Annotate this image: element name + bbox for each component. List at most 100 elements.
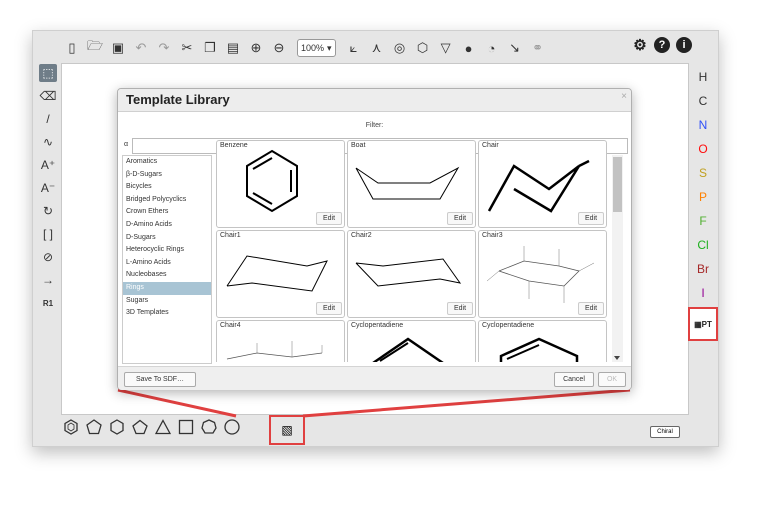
category-aromatics[interactable]: Aromatics bbox=[123, 156, 211, 169]
chevron-down-icon: ▾ bbox=[327, 42, 332, 53]
miew-icon[interactable]: ⚭ bbox=[529, 39, 547, 57]
edit-button[interactable]: Edit bbox=[447, 302, 473, 315]
edit-button[interactable]: Edit bbox=[316, 302, 342, 315]
triangle-icon[interactable] bbox=[155, 419, 171, 435]
cycloheptane-icon[interactable] bbox=[201, 419, 217, 435]
template-tile-benzene[interactable]: Benzene Edit bbox=[216, 140, 345, 228]
rgroup-icon[interactable]: R1 bbox=[39, 294, 57, 312]
benzene-ring-icon[interactable] bbox=[109, 419, 125, 435]
zoom-select[interactable]: 100% ▾ bbox=[297, 39, 336, 57]
redo-icon[interactable]: ↷ bbox=[155, 39, 173, 57]
calculate-icon[interactable]: ▽ bbox=[437, 39, 455, 57]
edit-button[interactable]: Edit bbox=[447, 212, 473, 225]
category-bridged-polycyclics[interactable]: Bridged Polycyclics bbox=[123, 194, 211, 207]
layout-icon[interactable]: ⟀ bbox=[345, 39, 363, 57]
zoom-in-icon[interactable]: ⊕ bbox=[247, 39, 265, 57]
info-icon[interactable]: i bbox=[676, 37, 692, 53]
edit-button[interactable]: Edit bbox=[578, 302, 604, 315]
template-tile-chair2[interactable]: Chair2 Edit bbox=[347, 230, 476, 318]
category-l-amino-acids[interactable]: L-Amino Acids bbox=[123, 257, 211, 270]
category-heterocyclic-rings[interactable]: Heterocyclic Rings bbox=[123, 244, 211, 257]
category-beta-d-sugars[interactable]: β-D-Sugars bbox=[123, 169, 211, 182]
chiral-flag: Chiral bbox=[650, 426, 680, 438]
charge-plus-icon[interactable]: A⁺ bbox=[39, 156, 57, 174]
settings-icon[interactable]: ⚙ bbox=[632, 37, 648, 54]
open-icon[interactable]: 🗁 bbox=[86, 38, 104, 57]
check-icon[interactable]: ● bbox=[460, 39, 478, 57]
new-icon[interactable]: ▯ bbox=[63, 39, 81, 57]
element-n[interactable]: N bbox=[692, 113, 714, 137]
template-tile-cyclopentadiene-2[interactable]: Cyclopentadiene bbox=[478, 320, 607, 362]
sgroup-icon[interactable]: ⊘ bbox=[39, 248, 57, 266]
zoom-value: 100% bbox=[301, 43, 325, 53]
erase-icon[interactable]: ⌫ bbox=[39, 87, 57, 105]
undo-icon[interactable]: ↶ bbox=[132, 39, 150, 57]
left-toolbar: ⬚ ⌫ / ∿ A⁺ A⁻ ↻ [ ] ⊘ → R1 bbox=[37, 64, 59, 312]
scrollbar-thumb[interactable] bbox=[613, 157, 622, 212]
element-h[interactable]: H bbox=[692, 65, 714, 89]
bond-icon[interactable]: / bbox=[39, 110, 57, 128]
template-scrollbar[interactable] bbox=[612, 155, 623, 362]
element-f[interactable]: F bbox=[692, 209, 714, 233]
element-c[interactable]: C bbox=[692, 89, 714, 113]
copy-icon[interactable]: ❐ bbox=[201, 39, 219, 57]
template-library-button[interactable]: ▧ bbox=[269, 415, 305, 445]
chain-icon[interactable]: ∿ bbox=[39, 133, 57, 151]
recognize-icon[interactable]: ↘ bbox=[506, 39, 524, 57]
template-tile-chair4[interactable]: Chair4 bbox=[216, 320, 345, 362]
category-bicycles[interactable]: Bicycles bbox=[123, 181, 211, 194]
bottom-toolbar bbox=[63, 419, 240, 435]
cyclopentane-icon[interactable] bbox=[86, 419, 102, 435]
category-rings[interactable]: Rings bbox=[123, 281, 211, 295]
element-p[interactable]: P bbox=[692, 185, 714, 209]
category-sugars[interactable]: Sugars bbox=[123, 295, 211, 308]
clean-icon[interactable]: ⋏ bbox=[368, 39, 386, 57]
template-tile-chair[interactable]: Chair Edit bbox=[478, 140, 607, 228]
cyclooctane-icon[interactable] bbox=[224, 419, 240, 435]
scroll-down-icon[interactable] bbox=[614, 356, 620, 360]
ok-button[interactable]: OK bbox=[598, 372, 626, 387]
edit-button[interactable]: Edit bbox=[316, 212, 342, 225]
category-nucleobases[interactable]: Nucleobases bbox=[123, 269, 211, 282]
cyclohexane-icon[interactable] bbox=[63, 419, 79, 435]
category-3d-templates[interactable]: 3D Templates bbox=[123, 307, 211, 320]
aromatize-icon[interactable]: ◎ bbox=[391, 39, 409, 57]
save-icon[interactable]: ▣ bbox=[109, 39, 127, 57]
element-i[interactable]: I bbox=[692, 281, 714, 305]
save-to-sdf-button[interactable]: Save To SDF… bbox=[124, 372, 196, 387]
charge-minus-icon[interactable]: A⁻ bbox=[39, 179, 57, 197]
element-cl[interactable]: Cl bbox=[692, 233, 714, 257]
dearomatize-icon[interactable]: ⬡ bbox=[414, 39, 432, 57]
element-br[interactable]: Br bbox=[692, 257, 714, 281]
alpha-symbol: α bbox=[124, 141, 129, 148]
analyse-icon[interactable]: ◔ bbox=[483, 39, 501, 57]
category-d-sugars[interactable]: D-Sugars bbox=[123, 232, 211, 245]
cut-icon[interactable]: ✂ bbox=[178, 39, 196, 57]
element-o[interactable]: O bbox=[692, 137, 714, 161]
select-icon[interactable]: ⬚ bbox=[39, 64, 57, 82]
dialog-footer: Save To SDF… Cancel OK bbox=[118, 366, 631, 390]
dialog-header: Template Library × bbox=[118, 89, 631, 112]
chair4-structure bbox=[226, 341, 323, 360]
cancel-button[interactable]: Cancel bbox=[554, 372, 594, 387]
close-icon[interactable]: × bbox=[621, 91, 627, 102]
help-icon[interactable]: ? bbox=[654, 37, 670, 53]
template-tile-cyclopentadiene[interactable]: Cyclopentadiene bbox=[347, 320, 476, 362]
template-tile-chair1[interactable]: Chair1 Edit bbox=[216, 230, 345, 318]
category-d-amino-acids[interactable]: D-Amino Acids bbox=[123, 219, 211, 232]
rotate-icon[interactable]: ↻ bbox=[39, 202, 57, 220]
element-s[interactable]: S bbox=[692, 161, 714, 185]
template-tile-boat[interactable]: Boat Edit bbox=[347, 140, 476, 228]
paste-icon[interactable]: ▤ bbox=[224, 39, 242, 57]
pentagon-icon[interactable] bbox=[132, 419, 148, 435]
periodic-table-button[interactable]: ▦ PT bbox=[688, 307, 718, 341]
reaction-arrow-icon[interactable]: → bbox=[39, 271, 57, 289]
bracket-icon[interactable]: [ ] bbox=[39, 225, 57, 243]
cyclopentadiene-structure bbox=[372, 337, 444, 362]
category-crown-ethers[interactable]: Crown Ethers bbox=[123, 206, 211, 219]
zoom-out-icon[interactable]: ⊖ bbox=[270, 39, 288, 57]
template-tile-chair3[interactable]: Chair3 Edit bbox=[478, 230, 607, 318]
square-icon[interactable] bbox=[178, 419, 194, 435]
periodic-table-icon: ▦ bbox=[694, 319, 702, 329]
edit-button[interactable]: Edit bbox=[578, 212, 604, 225]
